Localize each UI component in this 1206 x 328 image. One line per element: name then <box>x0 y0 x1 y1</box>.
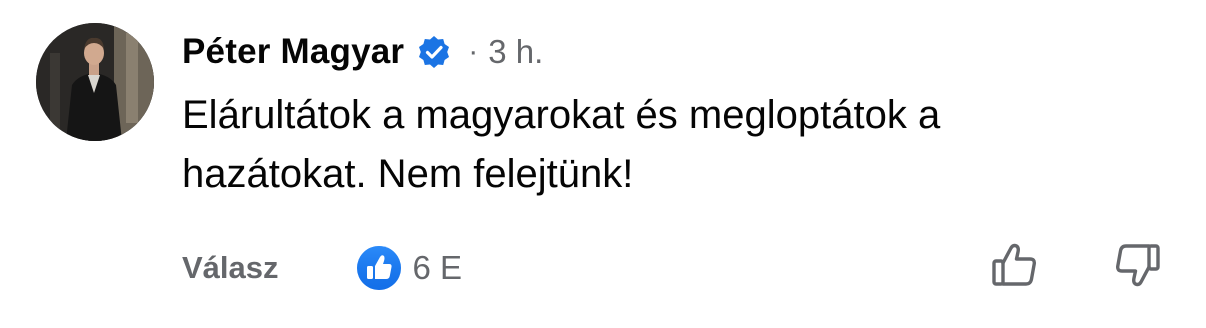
reply-button[interactable]: Válasz <box>182 250 279 286</box>
comment-timestamp[interactable]: 3 h. <box>488 33 543 71</box>
thumbs-down-outline-icon[interactable] <box>1112 240 1162 290</box>
reaction-summary[interactable]: 6 E <box>355 244 463 292</box>
comment-actions: Válasz 6 E <box>182 242 462 294</box>
like-reaction-icon <box>355 244 403 292</box>
avatar-photo <box>36 23 154 141</box>
comment-header: Péter Magyar · 3 h. <box>182 28 543 76</box>
comment: Péter Magyar · 3 h. Elárultátok a magyar… <box>0 0 1206 328</box>
thumbs-up-outline-icon[interactable] <box>990 240 1040 290</box>
comment-body: Elárultátok a magyarokat és megloptátok … <box>182 93 941 196</box>
separator-dot: · <box>468 35 479 68</box>
author-name[interactable]: Péter Magyar <box>182 32 404 72</box>
reaction-count: 6 E <box>412 249 463 286</box>
verified-badge-icon <box>416 34 452 70</box>
avatar[interactable] <box>36 23 154 141</box>
